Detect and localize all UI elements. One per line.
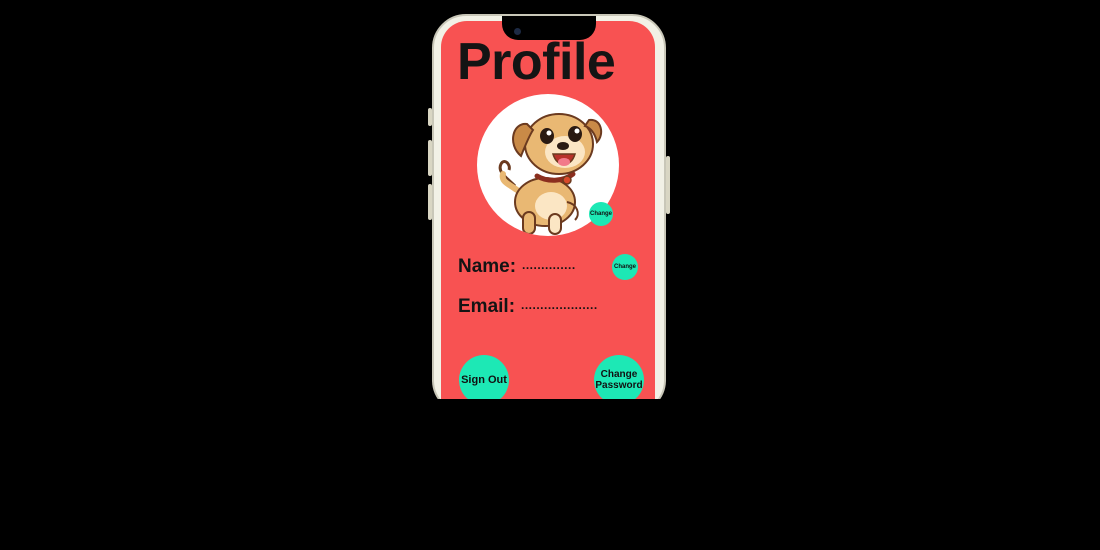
power-button xyxy=(666,156,670,214)
name-value: .............. xyxy=(522,258,576,272)
sign-out-button[interactable]: Sign Out xyxy=(459,355,509,405)
name-label: Name: xyxy=(458,256,517,277)
page-title: Profile xyxy=(457,33,616,91)
change-password-button[interactable]: Change Password xyxy=(594,355,644,405)
bottom-cutoff xyxy=(420,399,680,550)
email-label: Email: xyxy=(458,296,516,317)
stage: Profile Change Name: .............. Chan… xyxy=(0,0,1100,550)
change-name-button[interactable]: Change xyxy=(612,254,638,280)
change-avatar-button[interactable]: Change xyxy=(589,202,613,226)
email-value: .................... xyxy=(521,298,598,312)
